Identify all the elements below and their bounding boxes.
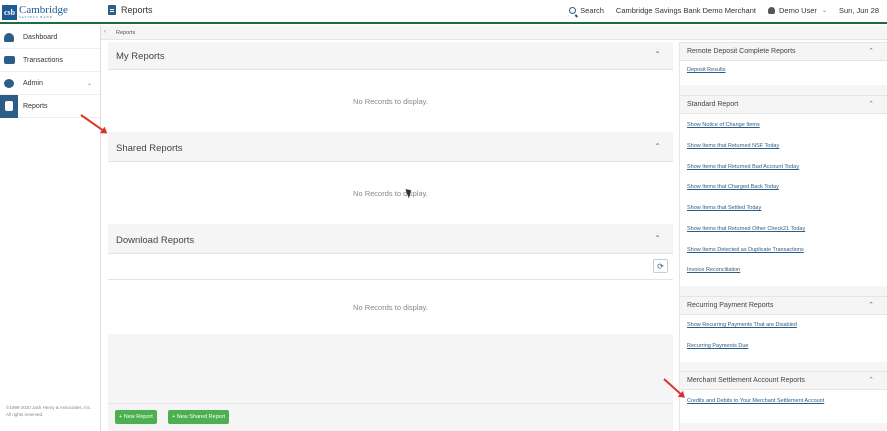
search-button[interactable]: Search	[569, 6, 604, 15]
chevron-up-icon[interactable]: ⌃	[868, 301, 874, 309]
recurring-payment-header[interactable]: Recurring Payment Reports ⌃	[680, 296, 887, 315]
report-link[interactable]: Show Items that Settled Today	[687, 205, 761, 211]
empty-message: No Records to display.	[353, 302, 428, 312]
section-divider	[680, 286, 887, 296]
refresh-icon[interactable]: ⟳	[653, 259, 668, 273]
report-actions-bar: + New Report + New Shared Report	[108, 403, 673, 431]
report-links-panel: Remote Deposit Complete Reports ⌃ Deposi…	[679, 42, 887, 431]
new-report-button[interactable]: + New Report	[115, 410, 157, 424]
user-name: Demo User	[779, 6, 817, 15]
transactions-icon	[0, 49, 18, 72]
admin-gears-icon	[0, 72, 18, 95]
chevron-up-icon[interactable]: ⌃	[868, 100, 874, 108]
sidebar: Dashboard Transactions Admin ⌄ Reports ©…	[0, 26, 101, 431]
chevron-up-icon[interactable]: ⌃	[654, 142, 661, 151]
chevron-up-icon[interactable]: ⌃	[654, 234, 661, 243]
section-title: Remote Deposit Complete Reports	[687, 48, 796, 55]
reports-doc-icon	[108, 5, 116, 15]
page-title-text: Reports	[121, 5, 153, 15]
dashboard-icon	[0, 26, 18, 49]
panel-title: My Reports	[116, 51, 165, 62]
sidebar-item-label: Transactions	[23, 56, 63, 64]
section-title: Standard Report	[687, 101, 739, 108]
report-link[interactable]: Show Notice of Change Items	[687, 122, 760, 128]
download-reports-body: No Records to display.	[108, 280, 673, 334]
chevron-down-icon: ⌄	[821, 8, 827, 14]
sidebar-item-label: Admin	[23, 79, 43, 87]
search-label: Search	[580, 6, 604, 15]
report-link[interactable]: Deposit Results	[687, 67, 726, 73]
copyright-footer: ©1998-2020 Jack Henry & Associates, Inc.…	[6, 405, 92, 417]
report-link[interactable]: Show Items Detected as Duplicate Transac…	[687, 247, 804, 253]
sidebar-item-label: Reports	[23, 102, 48, 110]
merchant-settlement-header[interactable]: Merchant Settlement Account Reports ⌃	[680, 371, 887, 390]
breadcrumb[interactable]: Reports	[116, 30, 135, 36]
merchant-name: Cambridge Savings Bank Demo Merchant	[615, 6, 756, 15]
panel-title: Download Reports	[116, 235, 195, 246]
chevron-up-icon[interactable]: ⌃	[868, 376, 874, 384]
section-title: Merchant Settlement Account Reports	[687, 377, 805, 384]
panel-title: Shared Reports	[116, 143, 183, 154]
chevron-down-icon: ⌄	[86, 80, 92, 87]
download-reports-header[interactable]: Download Reports ⌃	[108, 226, 673, 254]
download-toolbar: ⟳	[108, 254, 673, 280]
section-title: Recurring Payment Reports	[687, 302, 774, 309]
breadcrumb-bar: ‹ Reports	[101, 26, 887, 40]
merchant-selector[interactable]: Cambridge Savings Bank Demo Merchant	[616, 6, 756, 15]
sidebar-item-label: Dashboard	[23, 33, 58, 41]
current-date: Sun, Jun 28	[838, 6, 879, 15]
cambridge-logo[interactable]: csb Cambridge SAVINGS BANK	[2, 2, 100, 22]
report-link[interactable]: Show Items that Returned Other Check21 T…	[687, 226, 805, 232]
my-reports-body: No Records to display.	[108, 70, 673, 132]
chevron-up-icon[interactable]: ⌃	[868, 47, 874, 55]
user-menu[interactable]: Demo User ⌄	[768, 6, 827, 15]
sidebar-item-admin[interactable]: Admin ⌄	[0, 72, 100, 95]
report-link[interactable]: Invoice Reconciliation	[687, 267, 740, 273]
reports-main: My Reports ⌃ No Records to display. Shar…	[108, 42, 673, 431]
search-icon	[569, 7, 577, 14]
logo-subtitle: SAVINGS BANK	[19, 15, 53, 19]
report-link[interactable]: Show Recurring Payments That are Disable…	[687, 322, 797, 328]
sidebar-item-dashboard[interactable]: Dashboard	[0, 26, 100, 49]
report-link[interactable]: Show Items that Returned NSF Today	[687, 143, 779, 149]
empty-message: No Records to display.	[353, 188, 428, 198]
shared-reports-body: No Records to display.	[108, 162, 673, 224]
section-divider	[680, 85, 887, 95]
sidebar-item-reports[interactable]: Reports	[0, 94, 100, 118]
reports-doc-icon	[0, 94, 18, 118]
new-shared-report-button[interactable]: + New Shared Report	[168, 410, 230, 424]
empty-message: No Records to display.	[353, 96, 428, 106]
my-reports-header[interactable]: My Reports ⌃	[108, 42, 673, 70]
shared-reports-header[interactable]: Shared Reports ⌃	[108, 134, 673, 162]
section-divider	[680, 423, 887, 431]
remote-deposit-header[interactable]: Remote Deposit Complete Reports ⌃	[680, 42, 887, 61]
page-title: Reports	[108, 5, 153, 15]
report-link[interactable]: Show Items that Returned Bad Account Tod…	[687, 164, 799, 170]
report-link[interactable]: Recurring Payments Due	[687, 343, 748, 349]
standard-report-header[interactable]: Standard Report ⌃	[680, 95, 887, 114]
logo-mark: csb	[2, 4, 17, 20]
chevron-up-icon[interactable]: ⌃	[654, 50, 661, 59]
collapse-sidebar-icon[interactable]: ‹	[104, 29, 106, 35]
report-link[interactable]: Credits and Debits to Your Merchant Sett…	[687, 398, 824, 404]
report-link[interactable]: Show Items that Charged Back Today	[687, 184, 779, 190]
header-actions: Search Cambridge Savings Bank Demo Merch…	[557, 6, 879, 15]
sidebar-item-transactions[interactable]: Transactions	[0, 49, 100, 72]
user-icon	[768, 7, 775, 14]
top-header: csb Cambridge SAVINGS BANK Reports Searc…	[0, 0, 887, 24]
